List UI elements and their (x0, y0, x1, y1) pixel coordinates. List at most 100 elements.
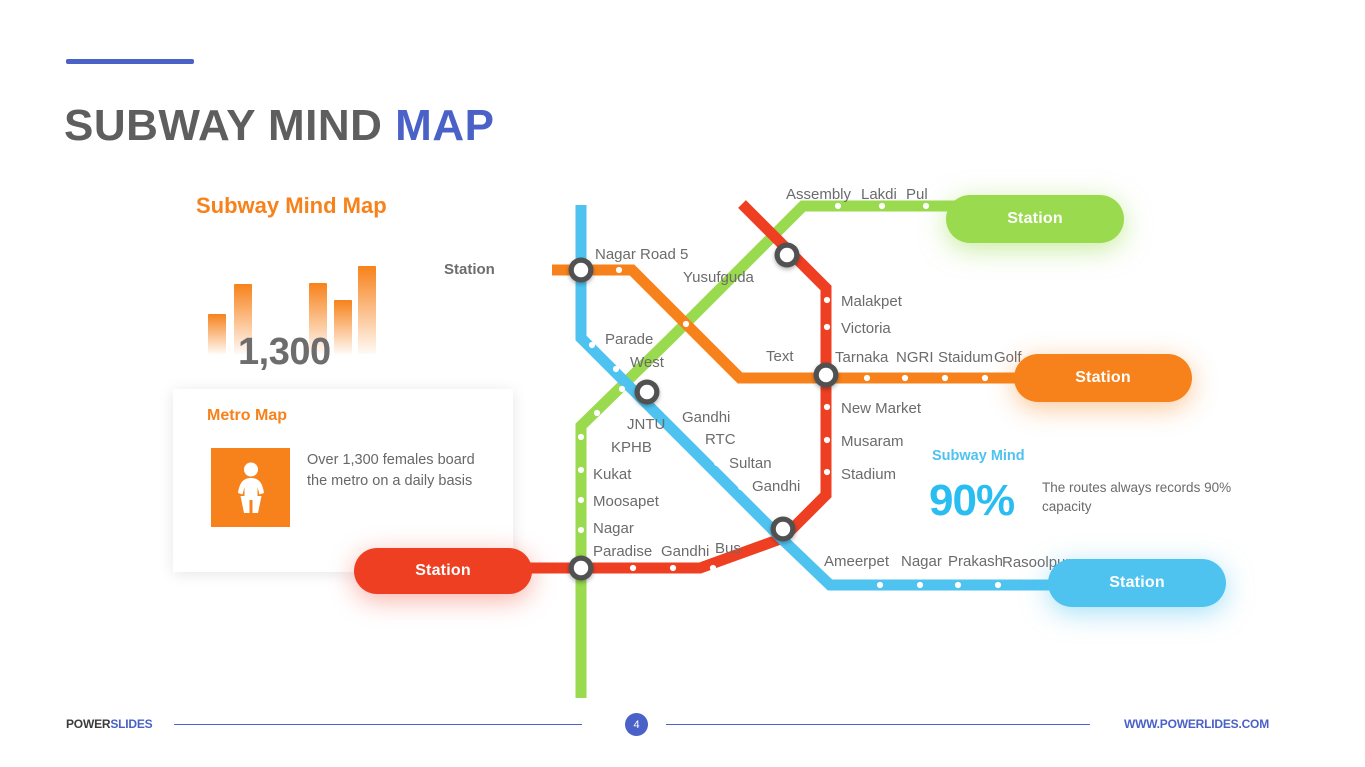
map-label-parade: Parade (605, 331, 654, 348)
map-label-ngri: NGRI (896, 349, 934, 366)
stop-o8 (981, 374, 989, 382)
map-label-road5: Road 5 (640, 246, 689, 263)
map-label-staidum: Staidum (938, 349, 994, 366)
stop-r8 (709, 564, 717, 572)
map-label-moosapet: Moosapet (593, 493, 659, 510)
callout-percentage: 90% (929, 476, 1015, 525)
stop-b1 (588, 341, 596, 349)
page-title: SUBWAY MIND MAP (64, 101, 494, 151)
stop-gl4 (577, 526, 585, 534)
stop-r3 (823, 403, 831, 411)
map-label-gandhi-1: Gandhi (682, 409, 731, 426)
map-label-kphb: KPHB (611, 439, 652, 456)
stop-gl2 (577, 466, 585, 474)
station-pill-green[interactable]: Station (946, 195, 1124, 243)
title-underline-rule (66, 59, 194, 64)
stop-o5 (863, 374, 871, 382)
node-jntu[interactable] (634, 379, 660, 405)
map-label-prakash: Prakash (948, 553, 1004, 570)
page-title-accent: MAP (395, 101, 495, 151)
stop-r6 (629, 564, 637, 572)
map-label-gandhi-2: Gandhi (752, 478, 801, 495)
footer-brand-accent: SLIDES (110, 717, 153, 731)
node-assembly[interactable] (774, 242, 800, 268)
callout-title: Subway Mind (932, 448, 1025, 464)
bar-4 (334, 300, 352, 354)
bar-1 (208, 314, 226, 354)
station-pill-orange[interactable]: Station (1014, 354, 1192, 402)
map-label-lakdi: Lakdi (861, 186, 897, 203)
node-tarnaka[interactable] (813, 362, 839, 388)
stop-gl1 (577, 433, 585, 441)
footer-brand: POWERSLIDES (66, 717, 153, 731)
stop-g2 (878, 202, 886, 210)
stop-o1 (615, 266, 623, 274)
stop-b8 (916, 581, 924, 589)
map-label-sultan: Sultan (729, 455, 772, 472)
stop-r4 (823, 436, 831, 444)
station-pill-red[interactable]: Station (354, 548, 532, 594)
metro-map-card-title: Metro Map (207, 407, 287, 424)
stop-r2 (823, 323, 831, 331)
metro-map-card: Metro Map Over 1,300 females board the m… (173, 389, 513, 572)
map-label-jntu: JNTU (627, 416, 666, 433)
footer-url: WWW.POWERLIDES.COM (1123, 717, 1269, 731)
station-pill-blue[interactable]: Station (1048, 559, 1226, 607)
map-label-rtc: RTC (705, 431, 736, 448)
footer-brand-bold: POWER (66, 717, 111, 731)
stop-gl6 (593, 409, 601, 417)
stop-r5 (823, 468, 831, 476)
map-label-paradise: Paradise (593, 543, 653, 560)
map-label-nagar-3: Nagar (901, 553, 942, 570)
map-label-tarnaka: Tarnaka (835, 349, 889, 366)
metro-map-card-text: Over 1,300 females board the metro on a … (307, 452, 475, 489)
page-title-main: SUBWAY MIND (64, 101, 396, 151)
stop-o7 (941, 374, 949, 382)
map-label-west: West (630, 354, 664, 371)
map-label-new-market: New Market (841, 400, 922, 417)
female-figure-icon (211, 448, 290, 527)
map-label-victoria: Victoria (841, 320, 891, 337)
stop-b2 (612, 365, 620, 373)
bar-5 (358, 266, 376, 354)
map-label-nagar-2: Nagar (593, 520, 634, 537)
footer-divider-left (174, 724, 582, 725)
map-label-malakpet: Malakpet (841, 293, 902, 310)
map-label-stadium: Stadium (841, 466, 897, 483)
stop-b6 (737, 483, 745, 491)
stop-o6 (901, 374, 909, 382)
stop-b3 (663, 408, 671, 416)
stop-gl5 (618, 385, 626, 393)
stop-g3 (922, 202, 930, 210)
station-text-label: Station (444, 261, 495, 278)
stop-b10 (994, 581, 1002, 589)
map-label-text: Text (766, 348, 794, 365)
big-number-stat: 1,300 (238, 331, 331, 373)
stop-b4 (690, 434, 698, 442)
map-label-nagar: Nagar (595, 246, 636, 263)
map-label-musaram: Musaram (841, 433, 904, 450)
callout-description: The routes always records 90% capacity (1042, 480, 1232, 515)
map-label-gandhi-3: Gandhi (661, 543, 710, 560)
node-paradise[interactable] (568, 555, 594, 581)
stop-o3 (682, 320, 690, 328)
footer-page-number: 4 (625, 713, 648, 736)
stop-b9 (954, 581, 962, 589)
map-label-bus: Bus (715, 540, 741, 557)
map-label-assembly: Assembly (786, 186, 852, 203)
stop-o2 (654, 266, 662, 274)
left-panel-heading: Subway Mind Map (196, 193, 387, 218)
stop-r7 (669, 564, 677, 572)
map-label-ameerpet: Ameerpet (824, 553, 890, 570)
map-label-pul: Pul (906, 186, 928, 203)
stop-gl3 (577, 496, 585, 504)
stop-r1 (823, 296, 831, 304)
map-label-kukat: Kukat (593, 466, 632, 483)
node-nagar[interactable] (568, 257, 594, 283)
footer-divider-right (666, 724, 1090, 725)
map-label-yusufguda: Yusufguda (683, 269, 754, 286)
stop-o4 (749, 353, 757, 361)
node-ameerpet[interactable] (770, 516, 796, 542)
stop-g1 (834, 202, 842, 210)
stop-b5 (713, 459, 721, 467)
